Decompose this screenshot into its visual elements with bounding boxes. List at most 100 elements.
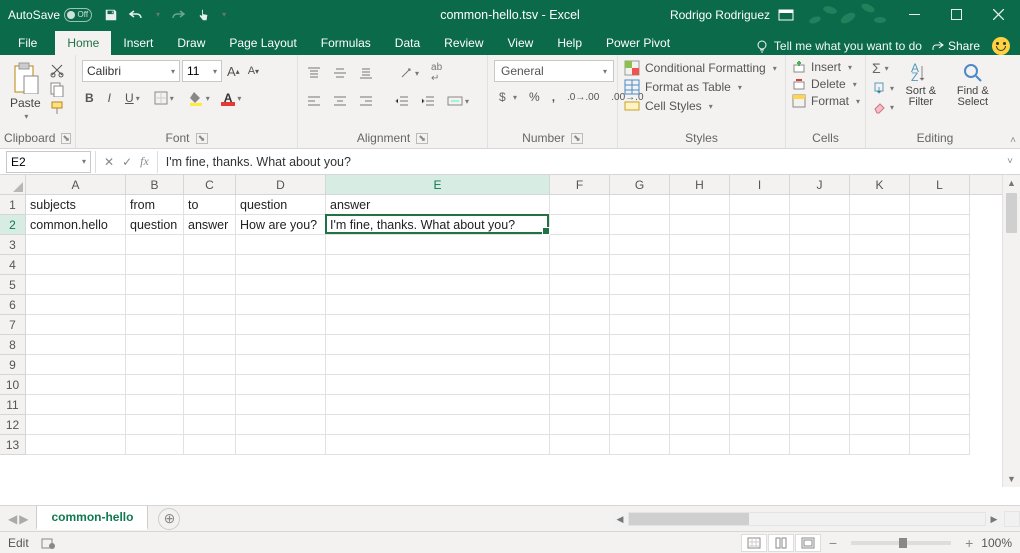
- cell[interactable]: I'm fine, thanks. What about you?: [326, 215, 550, 235]
- column-header[interactable]: F: [550, 175, 610, 194]
- cell[interactable]: [236, 355, 326, 375]
- cell[interactable]: [790, 295, 850, 315]
- alignment-dialog[interactable]: ⬊: [416, 133, 428, 144]
- cell[interactable]: [910, 235, 970, 255]
- undo-dropdown[interactable]: ▾: [156, 10, 160, 19]
- row-headers[interactable]: 12345678910111213: [0, 195, 26, 455]
- cell[interactable]: [910, 215, 970, 235]
- cell[interactable]: [236, 395, 326, 415]
- tab-view[interactable]: View: [496, 31, 546, 55]
- cell[interactable]: [850, 195, 910, 215]
- tab-file[interactable]: File: [0, 31, 55, 55]
- cell[interactable]: [730, 215, 790, 235]
- cell[interactable]: [26, 435, 126, 455]
- cell[interactable]: [610, 235, 670, 255]
- row-header[interactable]: 3: [0, 235, 25, 255]
- cell[interactable]: [910, 195, 970, 215]
- column-header[interactable]: H: [670, 175, 730, 194]
- align-left-icon[interactable]: [304, 92, 324, 110]
- cell[interactable]: How are you?: [236, 215, 326, 235]
- cell[interactable]: [790, 415, 850, 435]
- cell[interactable]: [610, 195, 670, 215]
- page-break-view-icon[interactable]: [795, 534, 821, 552]
- add-sheet-button[interactable]: ⊕: [158, 508, 180, 530]
- select-all-triangle[interactable]: [0, 175, 26, 195]
- cell[interactable]: question: [236, 195, 326, 215]
- cell[interactable]: [26, 255, 126, 275]
- cell[interactable]: [610, 375, 670, 395]
- cell[interactable]: [850, 395, 910, 415]
- cell[interactable]: [730, 235, 790, 255]
- cell[interactable]: [610, 295, 670, 315]
- cell[interactable]: [126, 255, 184, 275]
- cell[interactable]: [26, 355, 126, 375]
- cell[interactable]: [670, 275, 730, 295]
- cell[interactable]: [326, 435, 550, 455]
- share-button[interactable]: Share: [930, 39, 980, 53]
- zoom-slider[interactable]: [851, 541, 951, 545]
- align-top-icon[interactable]: [304, 64, 324, 82]
- cell[interactable]: answer: [184, 215, 236, 235]
- column-header[interactable]: B: [126, 175, 184, 194]
- cell[interactable]: [550, 215, 610, 235]
- align-center-icon[interactable]: [330, 92, 350, 110]
- undo-icon[interactable]: [128, 8, 144, 22]
- cell[interactable]: [910, 375, 970, 395]
- cell[interactable]: [670, 355, 730, 375]
- cell[interactable]: [730, 335, 790, 355]
- save-icon[interactable]: [104, 8, 118, 22]
- cell[interactable]: [184, 355, 236, 375]
- cell[interactable]: [670, 255, 730, 275]
- cell[interactable]: [610, 255, 670, 275]
- cell[interactable]: [790, 335, 850, 355]
- cell[interactable]: [184, 415, 236, 435]
- clear-button[interactable]: ▾: [872, 100, 894, 114]
- cell[interactable]: [910, 355, 970, 375]
- cell[interactable]: [126, 375, 184, 395]
- column-header[interactable]: D: [236, 175, 326, 194]
- decrease-indent-icon[interactable]: [392, 92, 412, 110]
- cell[interactable]: [326, 235, 550, 255]
- cell[interactable]: [850, 215, 910, 235]
- redo-icon[interactable]: [170, 8, 186, 22]
- cell[interactable]: [550, 415, 610, 435]
- qat-customize[interactable]: ▾: [222, 10, 226, 19]
- scroll-right-icon[interactable]: ▶: [986, 514, 1002, 525]
- orientation-icon[interactable]: ▾: [396, 64, 422, 82]
- cell[interactable]: common.hello: [26, 215, 126, 235]
- zoom-in-icon[interactable]: +: [965, 535, 973, 551]
- row-header[interactable]: 10: [0, 375, 25, 395]
- column-header[interactable]: J: [790, 175, 850, 194]
- cell[interactable]: [236, 335, 326, 355]
- cell[interactable]: [184, 395, 236, 415]
- cell[interactable]: [26, 275, 126, 295]
- cell[interactable]: [670, 415, 730, 435]
- cell[interactable]: [790, 195, 850, 215]
- cell[interactable]: [910, 435, 970, 455]
- cell[interactable]: [730, 275, 790, 295]
- format-painter-icon[interactable]: [49, 100, 65, 116]
- cell[interactable]: [550, 375, 610, 395]
- cell[interactable]: [184, 275, 236, 295]
- cell[interactable]: [26, 295, 126, 315]
- cell[interactable]: [730, 415, 790, 435]
- fill-button[interactable]: ▾: [872, 81, 894, 95]
- find-select-button[interactable]: Find & Select: [948, 60, 998, 110]
- cell[interactable]: [910, 415, 970, 435]
- cut-icon[interactable]: [49, 62, 65, 78]
- horizontal-scrollbar[interactable]: ◀ ▶: [612, 511, 1002, 527]
- scroll-down-icon[interactable]: ▼: [1003, 471, 1020, 487]
- bold-button[interactable]: B: [82, 89, 97, 107]
- cell[interactable]: [610, 215, 670, 235]
- cell[interactable]: [910, 395, 970, 415]
- cell[interactable]: [610, 355, 670, 375]
- cell[interactable]: [850, 335, 910, 355]
- cell[interactable]: [850, 375, 910, 395]
- font-size-combo[interactable]: 11▾: [182, 60, 222, 82]
- formula-input[interactable]: I'm fine, thanks. What about you?: [158, 155, 1000, 169]
- cell[interactable]: [236, 235, 326, 255]
- conditional-formatting-button[interactable]: Conditional Formatting▾: [624, 60, 777, 76]
- cell[interactable]: to: [184, 195, 236, 215]
- format-cells-button[interactable]: Format▾: [792, 94, 860, 108]
- sort-filter-button[interactable]: AZ Sort & Filter: [898, 60, 944, 110]
